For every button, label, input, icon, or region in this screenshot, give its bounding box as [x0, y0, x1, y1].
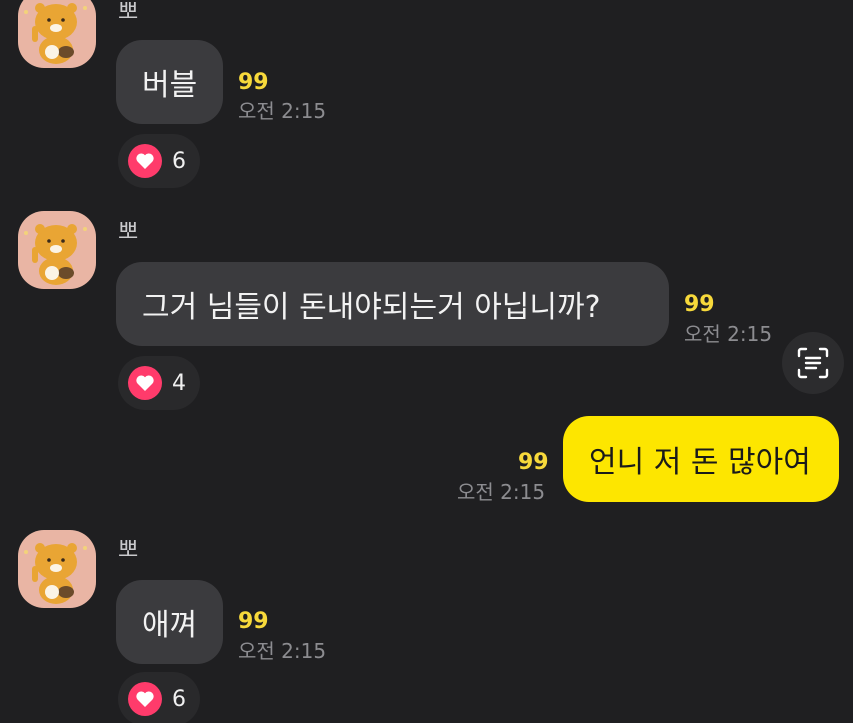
heart-icon	[128, 144, 162, 178]
reaction-badge[interactable]: 6	[118, 672, 200, 723]
reaction-count: 6	[172, 686, 186, 712]
reaction-badge[interactable]: 6	[118, 134, 200, 188]
message-bubble[interactable]: 버블	[116, 40, 223, 124]
message-bubble[interactable]: 애껴	[116, 580, 223, 664]
reaction-count: 4	[172, 370, 186, 396]
heart-icon	[128, 366, 162, 400]
ryan-character-icon	[24, 543, 87, 604]
message-time: 오전 2:15	[238, 639, 327, 663]
ryan-character-icon	[24, 224, 87, 285]
message-time: 오전 2:15	[238, 99, 327, 123]
ryan-character-icon	[24, 3, 87, 64]
sender-avatar[interactable]	[18, 530, 96, 608]
sender-name: 뽀	[118, 0, 139, 25]
reaction-count: 6	[172, 148, 186, 174]
sender-name: 뽀	[118, 220, 139, 245]
message-time: 오전 2:15	[684, 322, 773, 346]
message-time: 오전 2:15	[457, 480, 546, 504]
text-scan-icon	[797, 347, 829, 379]
chat-screen: 뽀 버블 99 오전 2:15 6 뽀 그거 님들이 돈내야되는거 아닙니까? …	[0, 0, 853, 723]
unread-count: 99	[238, 609, 269, 634]
text-scan-button[interactable]	[782, 332, 844, 394]
sender-name: 뽀	[118, 538, 139, 563]
unread-count: 99	[518, 450, 549, 475]
my-message-bubble[interactable]: 언니 저 돈 많아여	[563, 416, 839, 502]
sender-avatar[interactable]	[18, 0, 96, 68]
reaction-badge[interactable]: 4	[118, 356, 200, 410]
message-bubble[interactable]: 그거 님들이 돈내야되는거 아닙니까?	[116, 262, 669, 346]
heart-icon	[128, 682, 162, 716]
unread-count: 99	[684, 292, 715, 317]
unread-count: 99	[238, 70, 269, 95]
sender-avatar[interactable]	[18, 211, 96, 289]
